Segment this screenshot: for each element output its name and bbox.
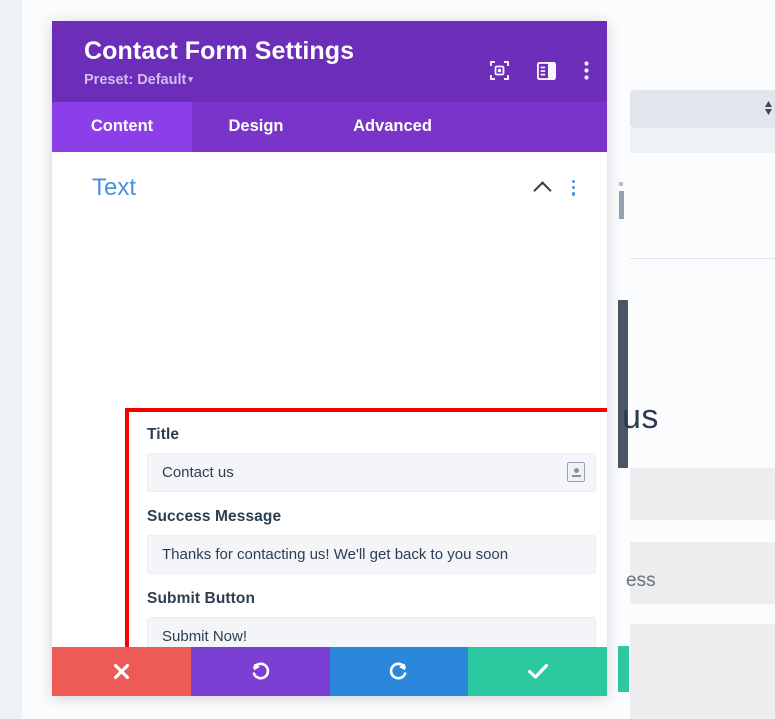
section-title-text: Text [92, 173, 137, 201]
redo-button[interactable] [329, 647, 469, 696]
redo-icon [390, 662, 407, 680]
field-submit-button: Submit Button Submit Now! [147, 590, 596, 647]
cancel-button[interactable] [52, 647, 191, 696]
background-divider [630, 258, 775, 259]
submit-button-input-value: Submit Now! [162, 627, 248, 645]
modal-tabs: Content Design Advanced [52, 101, 607, 152]
modal-body: Text Title Contact us Success Message Th… [52, 151, 607, 647]
background-band [630, 128, 775, 153]
background-label-fragment: ess [626, 570, 656, 591]
submit-button-input[interactable]: Submit Now! [147, 616, 596, 647]
background-row [630, 604, 775, 624]
checkmark-icon [527, 663, 548, 679]
field-label-submit-button: Submit Button [147, 589, 256, 607]
modal-footer [52, 647, 607, 696]
field-title: Title Contact us [147, 426, 596, 492]
chevron-down-icon: ▾ [188, 73, 193, 84]
close-icon [113, 663, 129, 680]
section-header-text[interactable]: Text [52, 152, 607, 218]
field-label-success-message: Success Message [147, 507, 282, 525]
background-row [630, 624, 775, 719]
dynamic-content-icon[interactable] [567, 462, 585, 483]
section-text-actions [534, 178, 577, 198]
more-options-icon[interactable] [584, 61, 589, 85]
background-row [630, 520, 775, 542]
success-message-input[interactable]: Thanks for contacting us! We'll get back… [147, 534, 596, 574]
field-success-message: Success Message Thanks for contacting us… [147, 508, 596, 574]
preset-label: Preset: Default [84, 71, 187, 88]
contact-form-settings-modal: Contact Form Settings Preset: Default▾ [52, 21, 607, 696]
background-row [630, 468, 775, 520]
undo-icon [252, 662, 269, 680]
background-heading-fragment: us [622, 398, 659, 436]
chevron-up-icon[interactable] [534, 183, 552, 193]
background-select-field[interactable] [630, 90, 775, 128]
save-button[interactable] [468, 647, 607, 696]
tab-advanced[interactable]: Advanced [320, 102, 465, 152]
spinner-arrows-icon [764, 99, 773, 119]
modal-header-actions [490, 61, 589, 85]
layout-panel-icon[interactable] [536, 61, 557, 85]
success-message-input-value: Thanks for contacting us! We'll get back… [162, 545, 509, 563]
title-input[interactable]: Contact us [147, 452, 596, 492]
background-caret-dot [619, 182, 623, 186]
undo-button[interactable] [190, 647, 330, 696]
field-label-title: Title [147, 425, 180, 443]
background-text-caret [619, 191, 624, 219]
tab-design[interactable]: Design [192, 102, 320, 152]
focus-target-icon[interactable] [490, 61, 509, 85]
modal-header: Contact Form Settings Preset: Default ▾ [52, 21, 607, 102]
title-input-value: Contact us [162, 463, 234, 481]
section-more-options-icon[interactable] [570, 178, 577, 198]
tab-content[interactable]: Content [52, 101, 192, 152]
background-green-accent [618, 646, 629, 692]
highlighted-field-group: Title Contact us Success Message Thanks … [125, 407, 607, 647]
background-dark-accent-bar [618, 300, 628, 468]
